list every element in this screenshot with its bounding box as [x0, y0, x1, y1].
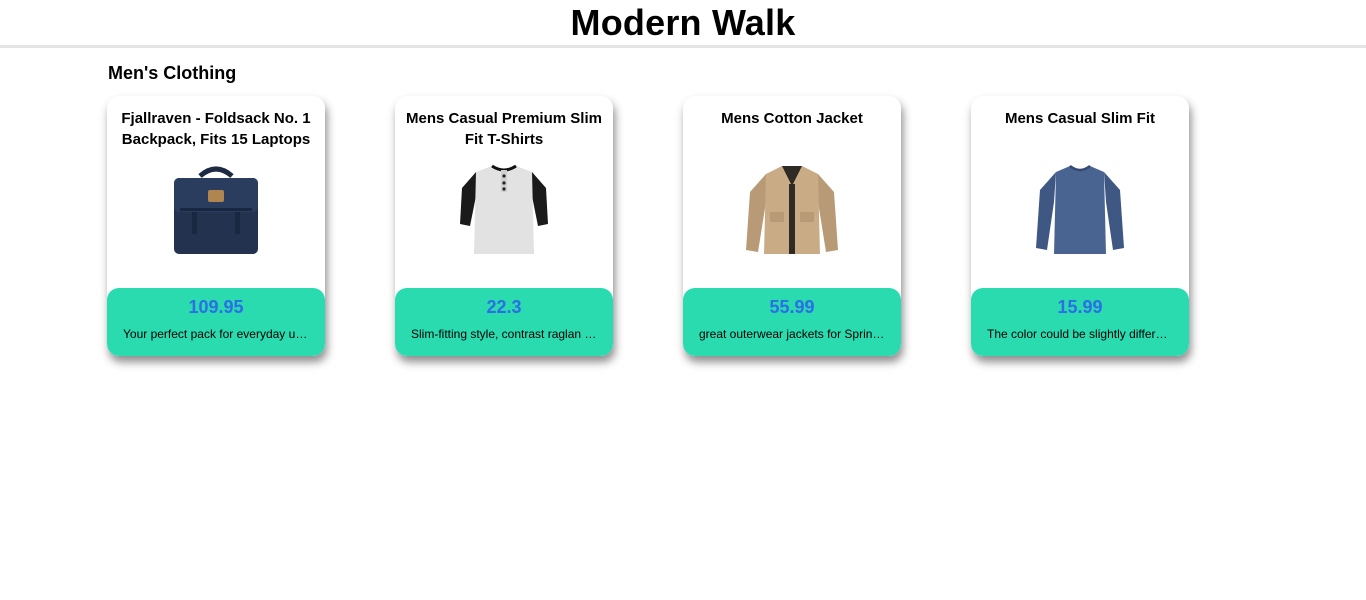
product-card[interactable]: Mens Casual Premium Slim Fit T-Shirts 22… [395, 96, 613, 356]
tshirt-image [449, 162, 559, 258]
product-price: 55.99 [769, 297, 815, 317]
product-info-panel: 55.99 great outerwear jackets for Spring… [683, 288, 901, 356]
product-card[interactable]: Fjallraven - Foldsack No. 1 Backpack, Fi… [107, 96, 325, 356]
product-title: Mens Casual Premium Slim Fit T-Shirts [406, 110, 602, 148]
section-title: Men's Clothing [108, 63, 237, 83]
product-price: 15.99 [1057, 297, 1103, 317]
product-title: Mens Casual Slim Fit [1004, 110, 1156, 127]
product-card[interactable]: Mens Cotton Jacket 55.99 great outerwear… [683, 96, 901, 356]
site-title[interactable]: Modern Walk [571, 1, 796, 45]
jacket-image [737, 162, 847, 258]
product-card[interactable]: Mens Casual Slim Fit 15.99 The color cou… [971, 96, 1189, 356]
product-description: great outerwear jackets for Spring/Autum… [699, 327, 885, 341]
product-title: Fjallraven - Foldsack No. 1 Backpack, Fi… [121, 110, 311, 148]
product-description: Slim-fitting style, contrast raglan long… [411, 327, 597, 341]
product-info-panel: 109.95 Your perfect pack for everyday us… [107, 288, 325, 356]
product-price: 109.95 [188, 297, 244, 317]
product-price: 22.3 [486, 297, 522, 317]
product-info-panel: 15.99 The color could be slightly differ… [971, 288, 1189, 356]
backpack-image [161, 162, 271, 258]
long-sleeve-shirt-image [1025, 162, 1135, 258]
product-description: Your perfect pack for everyday use and w… [123, 327, 309, 341]
product-title: Mens Cotton Jacket [721, 110, 863, 127]
product-description: The color could be slightly different be… [987, 327, 1173, 341]
site-header: Modern Walk [0, 0, 1366, 48]
product-info-panel: 22.3 Slim-fitting style, contrast raglan… [395, 288, 613, 356]
